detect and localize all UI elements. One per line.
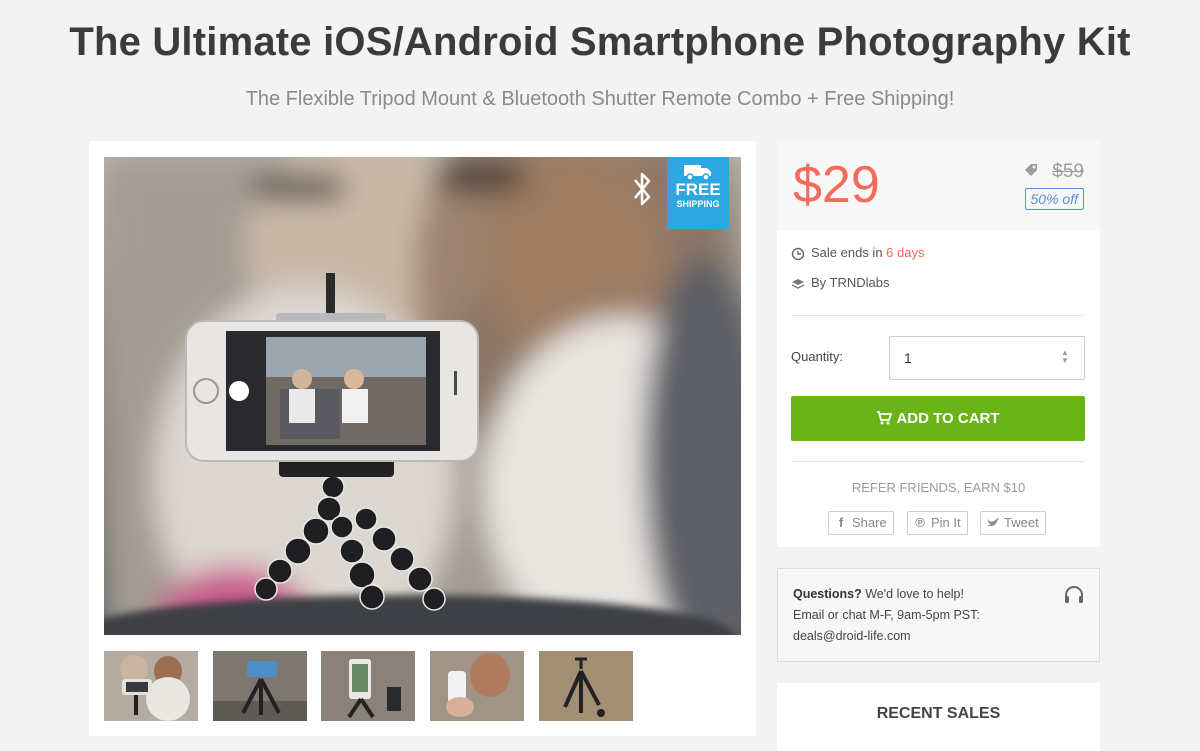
- clock-icon: [791, 247, 805, 260]
- deal-title: The Ultimate iOS/Android Smartphone Phot…: [69, 20, 1131, 64]
- share-button[interactable]: f Share: [828, 511, 894, 535]
- twitter-icon: [987, 518, 999, 526]
- sale-ends: Sale ends in 6 days: [791, 245, 924, 261]
- sale-price: $29: [793, 156, 880, 214]
- sale-ends-value: 6 days: [886, 245, 925, 260]
- truck-icon: [684, 165, 711, 181]
- refer-friends-link[interactable]: REFER FRIENDS, EARN $10: [777, 480, 1100, 495]
- pin-label: Pin It: [931, 515, 961, 530]
- bluetooth-icon: [634, 172, 651, 206]
- quantity-stepper-icon[interactable]: ▲ ▼: [1060, 349, 1070, 367]
- price-header: $29 $59 50% off: [777, 141, 1100, 231]
- add-to-cart-button[interactable]: ADD TO CART: [791, 396, 1085, 441]
- help-email[interactable]: deals@droid-life.com: [793, 626, 980, 647]
- price-tag-icon: [1025, 164, 1037, 176]
- original-price: $59: [1052, 161, 1084, 182]
- thumbnail-4[interactable]: [430, 651, 524, 721]
- add-to-cart-label: ADD TO CART: [896, 410, 1000, 427]
- recent-sales-title: RECENT SALES: [876, 705, 1001, 722]
- pin-it-button[interactable]: ℗ Pin It: [907, 511, 968, 535]
- badge-free-label: FREE: [675, 180, 721, 199]
- help-panel: Questions? We'd love to help! Email or c…: [777, 568, 1100, 662]
- free-shipping-badge: FREE SHIPPING: [667, 157, 729, 229]
- sale-ends-label: Sale ends in: [811, 245, 887, 260]
- thumbnail-2[interactable]: [213, 651, 307, 721]
- pinterest-icon: ℗: [915, 515, 925, 530]
- layers-icon: [791, 278, 805, 289]
- cart-icon: [877, 411, 893, 425]
- divider: [791, 315, 1085, 316]
- share-label: Share: [852, 515, 887, 530]
- facebook-icon: f: [838, 515, 844, 530]
- help-question: Questions?: [793, 587, 862, 601]
- headset-icon[interactable]: [1063, 585, 1085, 605]
- vendor-label[interactable]: By TRNDlabs: [811, 275, 890, 290]
- purchase-panel: $29 $59 50% off Sale ends in 6 days By T…: [777, 141, 1100, 547]
- divider: [791, 461, 1085, 462]
- quantity-input[interactable]: [889, 336, 1085, 380]
- thumbnail-5[interactable]: [539, 651, 633, 721]
- recent-sales-panel: RECENT SALES: [777, 683, 1100, 751]
- thumbnail-1[interactable]: [104, 651, 198, 721]
- quantity-label: Quantity:: [791, 349, 844, 364]
- discount-badge: 50% off: [1024, 188, 1084, 210]
- help-line1: We'd love to help!: [861, 587, 964, 601]
- product-gallery: FREE SHIPPING: [89, 141, 756, 736]
- help-text: Questions? We'd love to help! Email or c…: [793, 584, 980, 647]
- help-hours: Email or chat M-F, 9am-5pm PST:: [793, 608, 980, 622]
- badge-shipping-label: SHIPPING: [676, 199, 720, 209]
- tweet-label: Tweet: [1004, 515, 1039, 530]
- hero-product-image[interactable]: FREE SHIPPING: [104, 157, 741, 635]
- tweet-button[interactable]: Tweet: [980, 511, 1046, 535]
- vendor: By TRNDlabs: [791, 275, 890, 291]
- deal-subtitle: The Flexible Tripod Mount & Bluetooth Sh…: [245, 88, 955, 110]
- thumbnail-3[interactable]: [321, 651, 415, 721]
